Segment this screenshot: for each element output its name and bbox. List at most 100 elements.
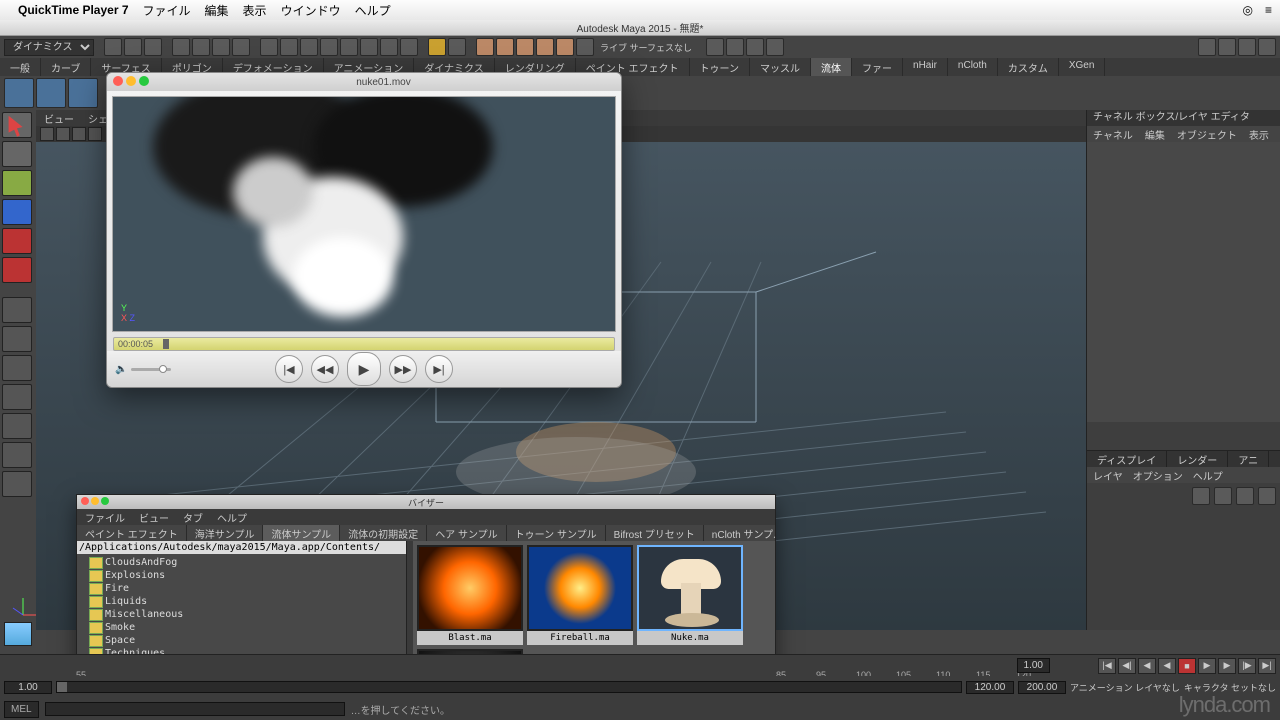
command-input[interactable]: [45, 702, 345, 716]
tree-folder[interactable]: Space: [81, 634, 402, 647]
menu-window[interactable]: ウインドウ: [281, 2, 341, 19]
layer-menu-options[interactable]: オプション: [1133, 468, 1183, 483]
panel-c-icon[interactable]: [746, 38, 764, 56]
tool-b-icon[interactable]: [340, 38, 358, 56]
layer-icon[interactable]: [1236, 487, 1254, 505]
minimize-icon[interactable]: [91, 497, 99, 505]
cb-menu-object[interactable]: オブジェクト: [1177, 127, 1237, 142]
zoom-icon[interactable]: [101, 497, 109, 505]
vp-menu-shading[interactable]: シェ: [88, 111, 108, 126]
layout-dope-icon[interactable]: [2, 471, 32, 497]
preset-thumb[interactable]: Fireball.ma: [527, 545, 633, 645]
time-slider[interactable]: 55 85 95 100 105 110 115 120 1.00 |◀ ◀| …: [0, 654, 1280, 676]
preset-thumb-selected[interactable]: Nuke.ma: [637, 545, 743, 645]
status-icon[interactable]: ◎: [1243, 3, 1253, 17]
step-fwd-key-icon[interactable]: |▶: [1238, 658, 1256, 674]
stop-icon[interactable]: ■: [1178, 658, 1196, 674]
quicktime-scrubber[interactable]: 00:00:05: [113, 337, 615, 351]
cb-menu-edit[interactable]: 編集: [1145, 127, 1165, 142]
step-fwd-icon[interactable]: ▶: [1218, 658, 1236, 674]
snap-point-icon[interactable]: [212, 38, 230, 56]
layer-tab-anim[interactable]: アニ: [1228, 451, 1269, 467]
menu-edit[interactable]: 編集: [205, 2, 229, 19]
play-forward-icon[interactable]: ▶: [1198, 658, 1216, 674]
channelbox-body[interactable]: [1087, 142, 1280, 422]
lock-icon[interactable]: [428, 38, 446, 56]
visor-tab[interactable]: ヘア サンプル: [427, 525, 506, 541]
rewind-icon[interactable]: ◀◀: [311, 355, 339, 383]
tree-folder[interactable]: Explosions: [81, 569, 402, 582]
shelf-tab[interactable]: カスタム: [998, 58, 1059, 76]
persp-icon[interactable]: [4, 622, 32, 646]
quicktime-volume[interactable]: 🔈: [115, 364, 171, 375]
start-frame-field[interactable]: [4, 681, 52, 694]
visor-menu-file[interactable]: ファイル: [85, 510, 125, 525]
step-back-icon[interactable]: ◀: [1138, 658, 1156, 674]
render-e-icon[interactable]: [556, 38, 574, 56]
shelf-tab[interactable]: ファー: [852, 58, 903, 76]
tree-folder[interactable]: Liquids: [81, 595, 402, 608]
skip-end-icon[interactable]: ▶|: [425, 355, 453, 383]
new-scene-icon[interactable]: [104, 38, 122, 56]
close-icon[interactable]: [113, 76, 123, 86]
shelf-emitter-icon[interactable]: [68, 78, 98, 108]
layer-menu-help[interactable]: ヘルプ: [1193, 468, 1223, 483]
vp-icon[interactable]: [88, 127, 102, 141]
visor-tab[interactable]: 流体の初期設定: [340, 525, 427, 541]
tree-folder[interactable]: CloudsAndFog: [81, 556, 402, 569]
layout-b-icon[interactable]: [1218, 38, 1236, 56]
minimize-icon[interactable]: [126, 76, 136, 86]
layer-icon[interactable]: [1214, 487, 1232, 505]
menu-view[interactable]: 表示: [243, 2, 267, 19]
menu-extras-icon[interactable]: ≡: [1265, 3, 1272, 17]
history-icon[interactable]: [260, 38, 278, 56]
paint-tool-icon[interactable]: [2, 170, 32, 196]
visor-titlebar[interactable]: バイザー: [77, 495, 775, 509]
menu-help[interactable]: ヘルプ: [355, 2, 391, 19]
cb-menu-channels[interactable]: チャネル: [1093, 127, 1133, 142]
menubar-app-name[interactable]: QuickTime Player 7: [18, 3, 129, 17]
layer-new-icon[interactable]: [1192, 487, 1210, 505]
visor-tab[interactable]: ペイント エフェクト: [77, 525, 187, 541]
quicktime-video[interactable]: YX Z: [112, 96, 616, 332]
panel-d-icon[interactable]: [766, 38, 784, 56]
vp-icon[interactable]: [40, 127, 54, 141]
go-end-icon[interactable]: ▶|: [1258, 658, 1276, 674]
vp-icon[interactable]: [72, 127, 86, 141]
play-icon[interactable]: ▶: [347, 352, 381, 386]
visor-tab[interactable]: nCloth サンプル: [704, 525, 775, 541]
visor-tab[interactable]: トゥーン サンプル: [507, 525, 606, 541]
render-d-icon[interactable]: [536, 38, 554, 56]
render-f-icon[interactable]: [576, 38, 594, 56]
layer-icon[interactable]: [1258, 487, 1276, 505]
visor-path[interactable]: /Applications/Autodesk/maya2015/Maya.app…: [77, 541, 406, 554]
shelf-tab[interactable]: nHair: [903, 58, 948, 76]
vp-menu-view[interactable]: ビュー: [44, 111, 74, 126]
go-start-icon[interactable]: |◀: [1098, 658, 1116, 674]
tool-c-icon[interactable]: [360, 38, 378, 56]
tree-folder[interactable]: Smoke: [81, 621, 402, 634]
step-back-key-icon[interactable]: ◀|: [1118, 658, 1136, 674]
layout-persp-icon[interactable]: [2, 384, 32, 410]
shelf-fluid3d-icon[interactable]: [4, 78, 34, 108]
render-icon[interactable]: [448, 38, 466, 56]
render-b-icon[interactable]: [496, 38, 514, 56]
layout-d-icon[interactable]: [1258, 38, 1276, 56]
visor-menu-tab[interactable]: タブ: [183, 510, 203, 525]
layout-outliner-icon[interactable]: [2, 355, 32, 381]
snap-grid-icon[interactable]: [172, 38, 190, 56]
cb-menu-show[interactable]: 表示: [1249, 127, 1269, 142]
layout-hyper-icon[interactable]: [2, 413, 32, 439]
save-scene-icon[interactable]: [144, 38, 162, 56]
skip-start-icon[interactable]: |◀: [275, 355, 303, 383]
render-c-icon[interactable]: [516, 38, 534, 56]
shelf-tab[interactable]: nCloth: [948, 58, 998, 76]
tool-d-icon[interactable]: [380, 38, 398, 56]
layer-menu-layers[interactable]: レイヤ: [1093, 468, 1123, 483]
shelf-tab-active[interactable]: 流体: [811, 58, 852, 76]
scale-tool-icon[interactable]: [2, 257, 32, 283]
range-slider[interactable]: アニメーション レイヤなし キャラクタ セットなし: [0, 676, 1280, 698]
help-icon[interactable]: [400, 38, 418, 56]
visor-tab[interactable]: Bifrost プリセット: [606, 525, 704, 541]
quicktime-window[interactable]: nuke01.mov YX Z 00:00:05 🔈 |◀ ◀◀ ▶ ▶▶ ▶|: [106, 72, 622, 388]
